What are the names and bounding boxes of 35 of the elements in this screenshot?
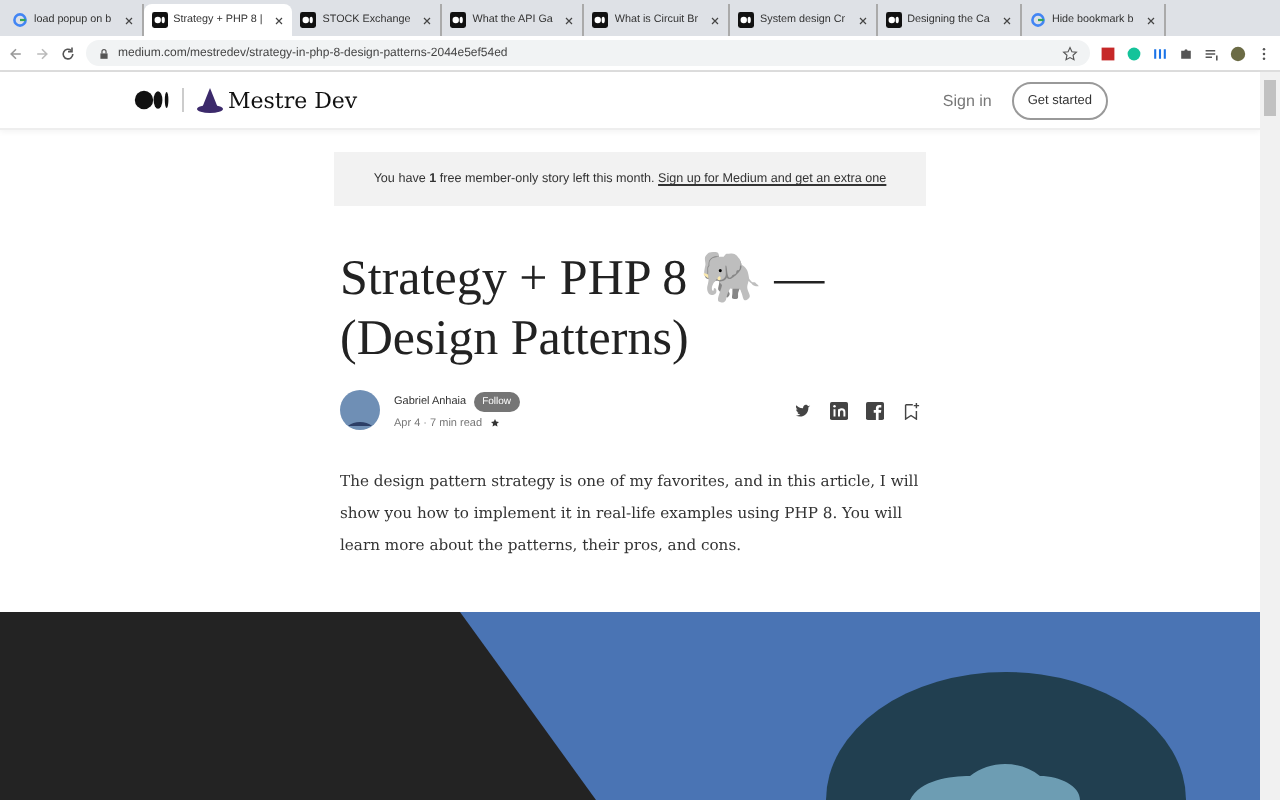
close-icon[interactable] <box>564 15 575 25</box>
publication-name[interactable]: Mestre Dev <box>228 87 358 113</box>
scrollbar[interactable] <box>1260 72 1280 800</box>
close-icon[interactable] <box>1001 15 1012 25</box>
g-logo-icon <box>1029 12 1046 28</box>
close-icon[interactable] <box>422 15 433 25</box>
article-title: Strategy + PHP 8 🐘 — (Design Patterns) <box>340 250 827 370</box>
close-icon[interactable] <box>857 15 868 25</box>
linkedin-icon[interactable] <box>830 401 848 419</box>
medium-logo-icon <box>450 12 467 28</box>
medium-logo-icon[interactable] <box>134 90 170 110</box>
facebook-icon[interactable] <box>866 401 884 419</box>
avatar-icon[interactable] <box>1230 45 1246 61</box>
wizard-hat-icon <box>196 86 224 114</box>
sign-in-link[interactable]: Sign in <box>942 91 992 109</box>
star-icon <box>490 418 501 428</box>
medium-logo-icon <box>885 12 902 28</box>
medium-logo-icon <box>738 12 755 28</box>
close-icon[interactable] <box>274 15 285 25</box>
close-icon[interactable] <box>710 15 721 25</box>
g-logo-icon <box>12 12 28 28</box>
lock-icon <box>98 47 110 59</box>
back-arrow-icon[interactable] <box>8 45 24 61</box>
twitter-bird-icon[interactable] <box>794 401 812 419</box>
bookmark-icon[interactable] <box>902 401 920 419</box>
avatar-icon[interactable] <box>340 390 380 430</box>
close-icon[interactable] <box>1145 15 1156 25</box>
reload-icon[interactable] <box>60 45 76 61</box>
star-icon[interactable] <box>1062 45 1078 61</box>
medium-logo-icon <box>592 12 609 28</box>
close-icon[interactable] <box>123 15 134 25</box>
list-icon[interactable] <box>1204 45 1220 61</box>
extension-icon[interactable] <box>1152 45 1168 61</box>
medium-logo-icon <box>151 12 168 28</box>
medium-logo-icon <box>300 12 317 28</box>
